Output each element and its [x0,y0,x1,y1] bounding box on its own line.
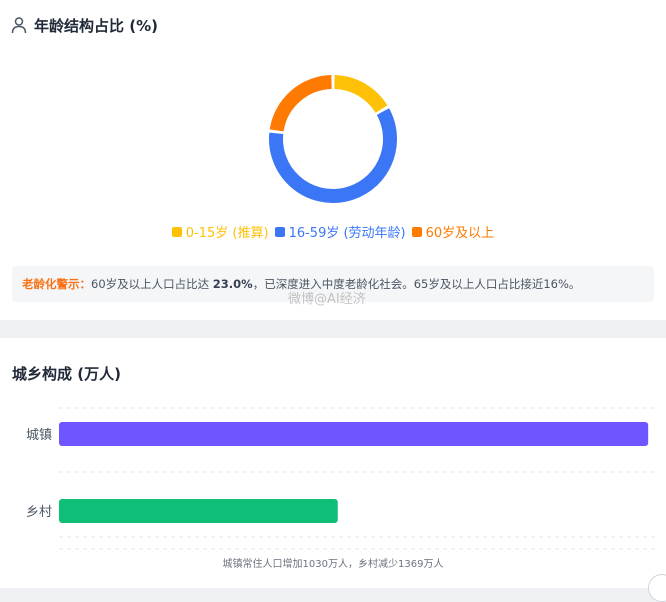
age-section-title: 年龄结构占比 (%) [34,17,158,35]
legend-swatch-0 [171,226,182,237]
urban-rural-footnote: 城镇常住人口增加1030万人，乡村减少1369万人 [222,559,444,570]
legend-item-0: 0-15岁 (推算) [171,222,269,241]
bar-label-0: 城镇 [26,428,52,443]
urban-rural-card: 城乡构成 (万人) 城镇 乡村 城镇常住人口增加1030万人，乡村减少1369万人 [0,338,666,602]
warning-label: 老龄化警示： [22,277,91,291]
legend-swatch-2 [411,226,422,237]
legend-item-2: 60岁及以上 [411,222,495,241]
warning-text-after: ，已深度进入中度老龄化社会。65岁及以上人口占比接近16%。 [252,277,581,291]
scroll-top-button[interactable] [648,574,666,602]
user-icon [11,17,27,34]
donut-slice-2 [269,75,332,132]
legend-label-2: 60岁及以上 [425,226,495,241]
warning-value: 23.0% [212,277,253,291]
legend-label-1: 16-59岁 (劳动年龄) [288,226,406,241]
donut-legend: 0-15岁 (推算) 16-59岁 (劳动年龄) 60岁及以上 [0,222,666,241]
bar-0 [59,422,649,446]
donut-slice-0 [333,75,388,113]
urban-rural-bar-chart: 城镇乡村 [26,407,655,550]
bar-1 [59,499,338,523]
age-donut-chart [269,75,397,203]
legend-item-1: 16-59岁 (劳动年龄) [274,222,406,241]
aging-warning-box: 老龄化警示：60岁及以上人口占比达 23.0%，已深度进入中度老龄化社会。65岁… [12,266,654,302]
age-structure-card: 年龄结构占比 (%) 0-15岁 (推算) 16-59岁 (劳动年龄) 60岁及以上… [0,0,666,320]
bar-label-1: 乡村 [26,505,52,520]
warning-text-before: 60岁及以上人口占比达 [91,277,213,291]
legend-label-0: 0-15岁 (推算) [185,226,269,241]
donut-slice-1 [269,108,397,203]
legend-swatch-1 [274,226,285,237]
